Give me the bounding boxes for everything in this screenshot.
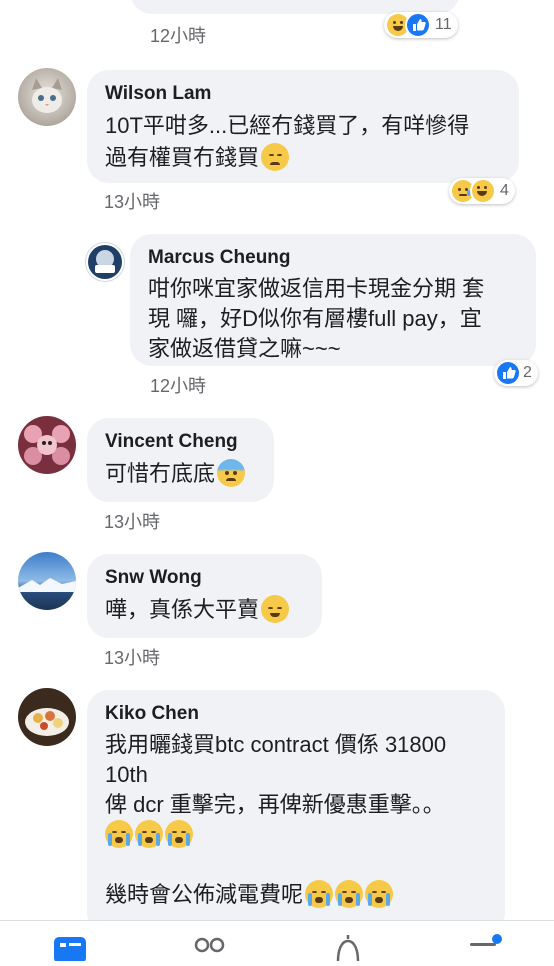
comment-time[interactable]: 12小時: [150, 372, 206, 398]
comment-bubble[interactable]: Wilson Lam 10T平咁多...已經冇錢買了，有咩慘得 過有權買冇錢買: [87, 70, 519, 183]
avatar[interactable]: [18, 68, 76, 126]
comment-bubble[interactable]: Kiko Chen 我用曬錢買btc contract 價係 31800 10t…: [87, 690, 505, 935]
commenter-name[interactable]: Snw Wong: [105, 566, 304, 590]
haha-emoji-icon: [470, 178, 496, 204]
reaction-summary[interactable]: 4: [449, 178, 515, 204]
anxious-sweat-emoji-icon: [217, 459, 246, 487]
reaction-count: 2: [523, 364, 532, 381]
disappointed-emoji-icon: [261, 143, 290, 171]
avatar[interactable]: [18, 688, 76, 746]
commenter-name[interactable]: Kiko Chen: [105, 702, 487, 726]
avatar[interactable]: [18, 416, 76, 474]
crying-emoji-icon: [165, 820, 193, 848]
comment-text: 可惜冇底底: [105, 458, 256, 490]
comment-bubble[interactable]: Marcus Cheung 咁你咪宜家做返信用卡現金分期 套 現 囉，好D似你有…: [130, 234, 536, 366]
comment-bubble[interactable]: Vincent Cheng 可惜冇底底: [87, 418, 274, 502]
comment-time[interactable]: 13小時: [104, 644, 160, 670]
comment-time[interactable]: 13小時: [104, 508, 160, 534]
commenter-name[interactable]: Marcus Cheung: [148, 246, 518, 270]
comment-text: 嘩，真係大平賣: [105, 594, 304, 626]
crying-emoji-icon: [365, 880, 394, 908]
bell-icon[interactable]: [330, 931, 366, 966]
crying-emoji-icon: [305, 880, 334, 908]
news-feed-icon[interactable]: [52, 931, 88, 966]
crying-emoji-icon: [335, 880, 364, 908]
reaction-count: 4: [500, 182, 509, 199]
reaction-summary[interactable]: 11: [384, 12, 458, 38]
comment-time[interactable]: 12小時: [150, 22, 206, 48]
reaction-summary[interactable]: 2: [494, 360, 538, 386]
friends-icon[interactable]: [190, 931, 230, 966]
comment-text: 我用曬錢買btc contract 價係 31800 10th 俾 dcr 重擊…: [105, 732, 447, 908]
like-icon: [405, 12, 431, 38]
comment-bubble[interactable]: Snw Wong 嘩，真係大平賣: [87, 554, 322, 638]
comment-time[interactable]: 13小時: [104, 188, 160, 214]
comment-text: 咁你咪宜家做返信用卡現金分期 套 現 囉，好D似你有層樓full pay，宜 家…: [148, 276, 485, 361]
relieved-emoji-icon: [261, 595, 290, 623]
avatar[interactable]: [85, 242, 125, 282]
avatar[interactable]: [18, 552, 76, 610]
like-icon: [497, 362, 519, 384]
reaction-count: 11: [435, 16, 452, 33]
comment-text: 10T平咁多...已經冇錢買了，有咩慘得 過有權買冇錢買: [105, 113, 470, 171]
crying-emoji-icon: [135, 820, 163, 848]
crying-emoji-icon: [105, 820, 133, 848]
commenter-name[interactable]: Wilson Lam: [105, 82, 501, 106]
bottom-navigation-bar: [0, 920, 554, 963]
commenter-name[interactable]: Vincent Cheng: [105, 430, 256, 454]
menu-icon[interactable]: [468, 931, 504, 966]
